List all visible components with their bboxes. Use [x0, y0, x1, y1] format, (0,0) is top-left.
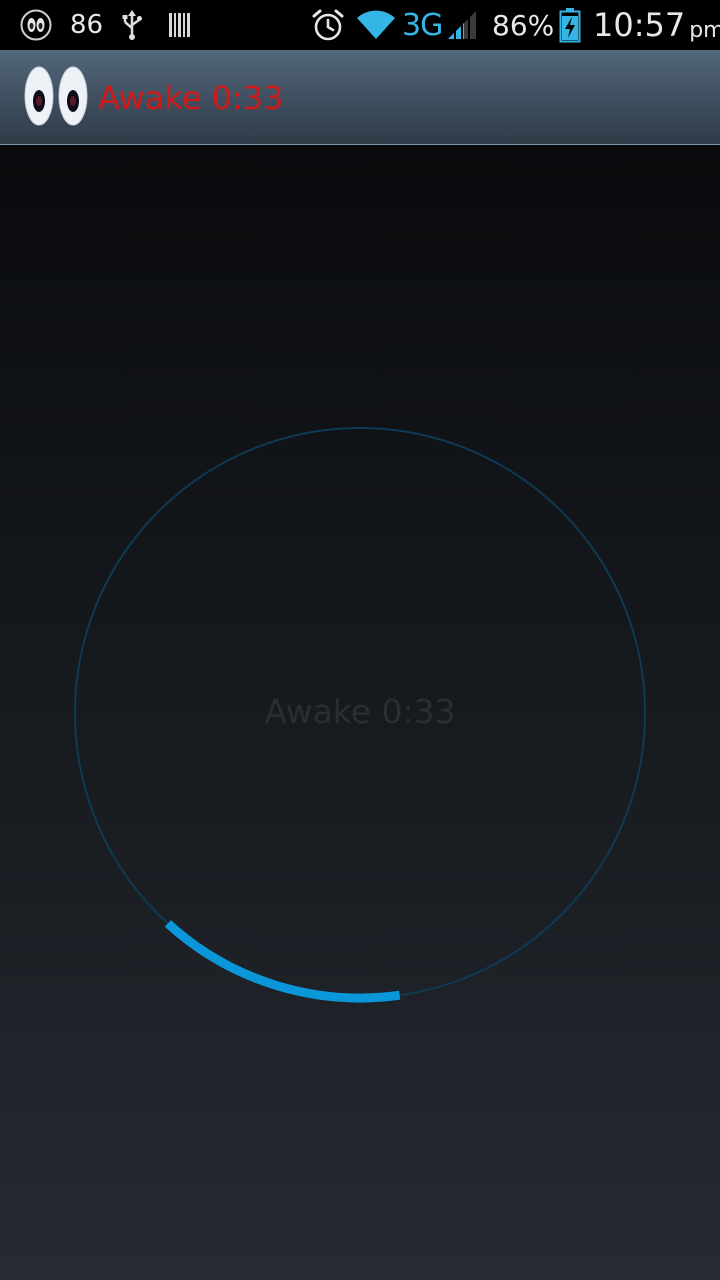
timer-progress-arc	[164, 920, 401, 1003]
signal-bars-icon	[446, 0, 478, 50]
eyes-icon[interactable]	[24, 65, 90, 127]
screen: 86 3G 86% 10:57 pm Awake 0:33 Awake 0:33	[0, 0, 720, 1280]
status-time: 10:57	[593, 6, 686, 44]
eyes-notification-icon	[20, 0, 52, 50]
network-type: 3G	[402, 7, 443, 43]
action-bar: Awake 0:33	[0, 50, 720, 145]
barcode-icon	[169, 0, 191, 50]
status-bar: 86 3G 86% 10:57 pm	[0, 0, 720, 50]
status-ampm: pm	[689, 17, 720, 43]
timer-label: Awake 0:33	[264, 692, 456, 731]
battery-percent: 86%	[492, 8, 555, 42]
app-title: Awake 0:33	[98, 79, 284, 117]
usb-icon	[121, 0, 143, 50]
status-number: 86	[70, 10, 104, 40]
battery-charging-icon	[559, 0, 581, 50]
wifi-icon	[356, 0, 396, 50]
status-clock: 10:57 pm	[593, 0, 720, 50]
alarm-clock-icon	[311, 0, 345, 50]
